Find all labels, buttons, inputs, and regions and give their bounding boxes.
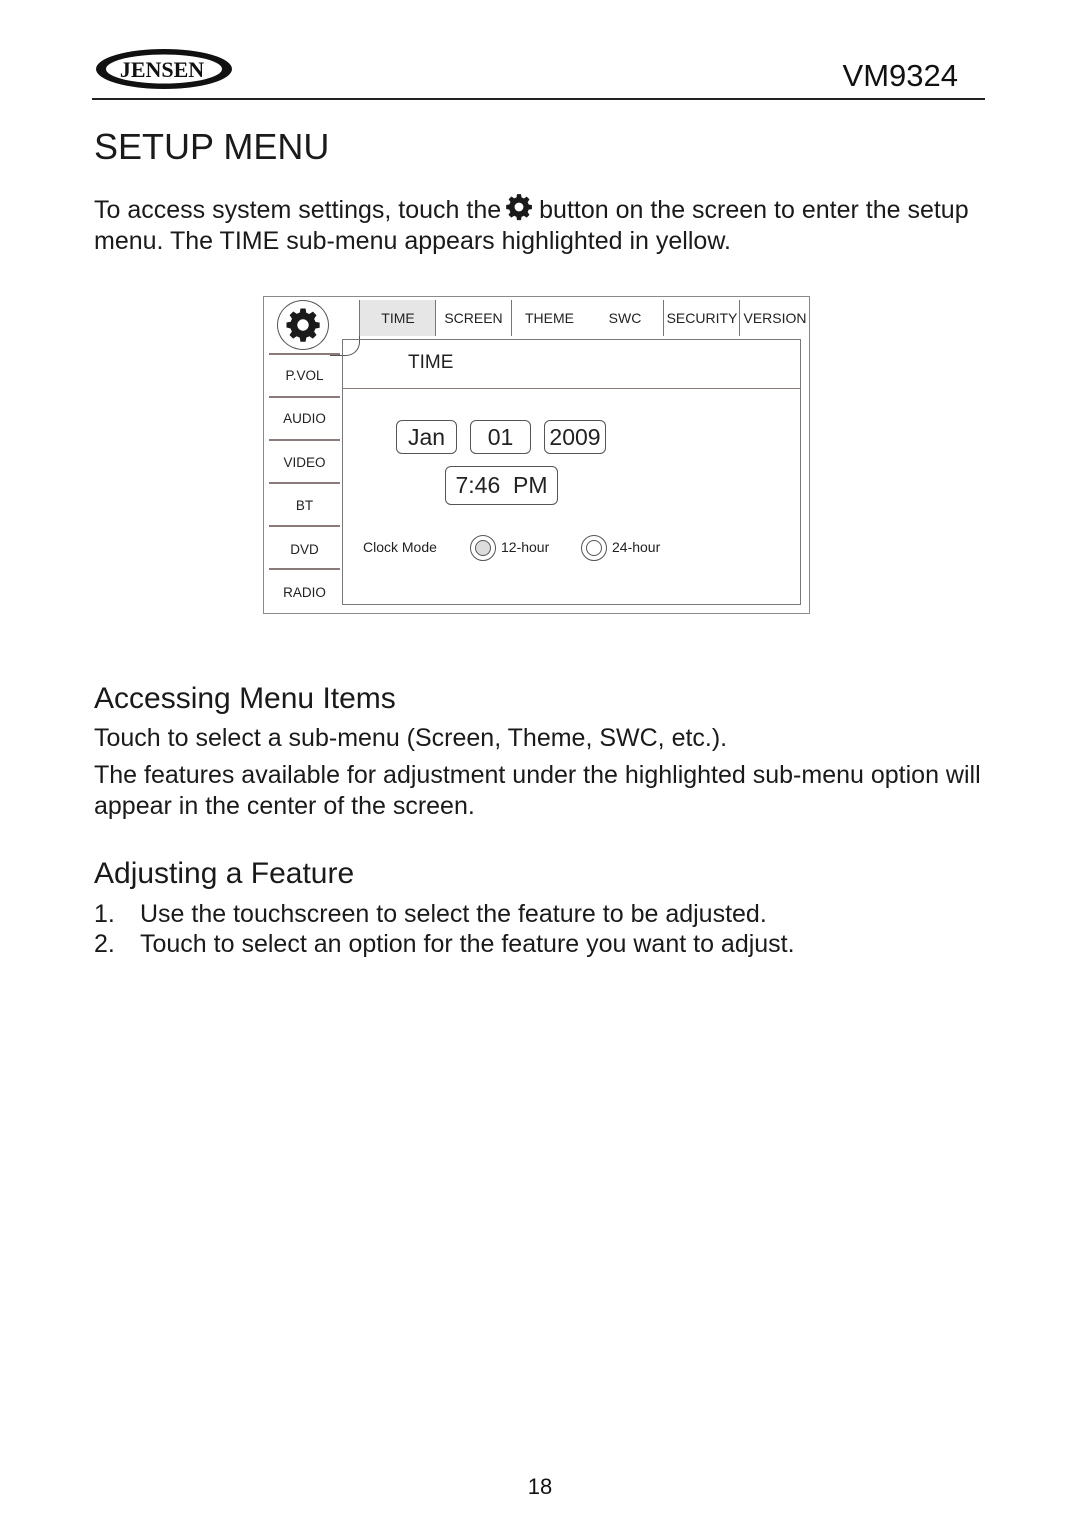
intro-paragraph: To access system settings, touch the butt… <box>94 193 994 257</box>
step-text: Touch to select an option for the featur… <box>140 930 795 958</box>
gear-icon <box>505 193 533 221</box>
model-number: VM9324 <box>842 58 958 93</box>
content-panel <box>342 339 801 605</box>
step-text: Use the touchscreen to select the featur… <box>140 900 767 928</box>
radio-dot <box>586 540 602 556</box>
tab-time[interactable]: TIME <box>359 300 436 336</box>
section-heading-adjusting: Adjusting a Feature <box>94 857 355 890</box>
header-divider <box>92 98 985 100</box>
page-number: 18 <box>527 1474 553 1499</box>
month-field[interactable]: Jan <box>396 420 457 454</box>
tab-screen[interactable]: SCREEN <box>435 300 511 336</box>
sidebar-item-pvol[interactable]: P.VOL <box>269 354 340 396</box>
radio-24-hour[interactable] <box>581 535 607 561</box>
intro-text-before: To access system settings, touch the <box>94 196 502 224</box>
tab-swc[interactable]: SWC <box>587 300 663 336</box>
radio-24-hour-label: 24-hour <box>612 539 661 555</box>
radio-12-hour-label: 12-hour <box>501 539 550 555</box>
day-field[interactable]: 01 <box>470 420 531 454</box>
accessing-paragraph-2: The features available for adjustment un… <box>94 761 981 820</box>
tab-security[interactable]: SECURITY <box>663 300 740 336</box>
step-item: 1. Use the touchscreen to select the feat… <box>94 899 767 930</box>
panel-title: TIME <box>408 352 454 373</box>
panel-header-divider <box>342 388 801 390</box>
sidebar-item-bt[interactable]: BT <box>269 484 340 526</box>
year-field[interactable]: 2009 <box>544 420 606 454</box>
jensen-logo: JENSEN <box>94 47 234 91</box>
step-item: 2. Touch to select an option for the feat… <box>94 929 795 960</box>
step-number: 2. <box>94 930 115 958</box>
tab-theme[interactable]: THEME <box>511 300 587 336</box>
sidebar-item-radio[interactable]: RADIO <box>269 571 340 613</box>
svg-text:JENSEN: JENSEN <box>120 57 204 82</box>
sidebar-item-dvd[interactable]: DVD <box>269 528 340 570</box>
sidebar-item-video[interactable]: VIDEO <box>269 441 340 483</box>
sidebar-divider <box>269 568 340 570</box>
section-heading-accessing: Accessing Menu Items <box>94 682 396 715</box>
settings-button[interactable] <box>277 300 329 350</box>
sidebar-divider <box>269 525 340 527</box>
step-number: 1. <box>94 900 115 928</box>
time-field[interactable]: 7:46 PM <box>445 466 558 505</box>
tab-version[interactable]: VERSION <box>739 300 810 336</box>
sidebar-item-audio[interactable]: AUDIO <box>269 397 340 439</box>
page-title: SETUP MENU <box>94 126 330 167</box>
gear-icon <box>286 308 320 342</box>
radio-12-hour[interactable] <box>470 535 496 561</box>
clock-mode-label: Clock Mode <box>363 539 437 555</box>
radio-dot <box>475 540 491 556</box>
accessing-paragraph-1: Touch to select a sub-menu (Screen, Them… <box>94 724 728 752</box>
